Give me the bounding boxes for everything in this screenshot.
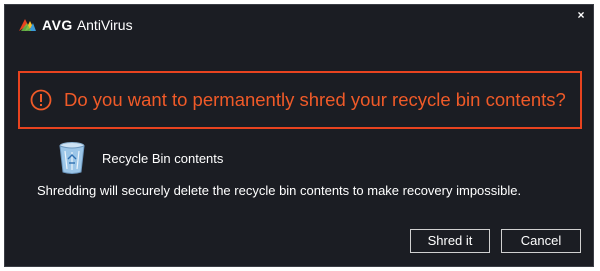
avg-logo-icon <box>19 19 36 31</box>
warning-box: Do you want to permanently shred your re… <box>18 71 582 129</box>
recycle-bin-icon <box>59 142 85 174</box>
avg-shred-dialog: AVG AntiVirus × Do you want to permanent… <box>4 4 594 267</box>
recycle-bin-label: Recycle Bin contents <box>102 150 224 166</box>
cancel-button[interactable]: Cancel <box>501 229 581 253</box>
close-button[interactable]: × <box>575 9 587 21</box>
description-text: Shredding will securely delete the recyc… <box>37 183 522 198</box>
logo-product-text: AntiVirus <box>76 17 133 33</box>
warning-message: Do you want to permanently shred your re… <box>64 89 566 110</box>
logo-brand-text: AVG <box>42 17 73 33</box>
title-bar: AVG AntiVirus × <box>5 5 593 45</box>
shred-it-button[interactable]: Shred it <box>410 229 490 253</box>
alert-circle-icon <box>30 89 52 111</box>
avg-logo: AVG AntiVirus <box>17 17 133 33</box>
recycle-bin-item: Recycle Bin contents <box>57 141 223 175</box>
